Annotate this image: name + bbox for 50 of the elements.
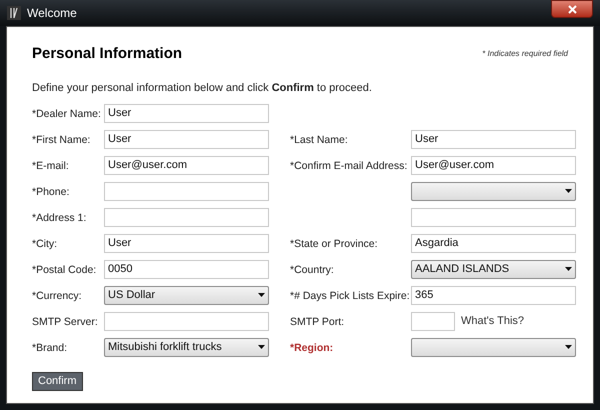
field-label: *E-mail: xyxy=(32,160,69,172)
field-label: SMTP Server: xyxy=(32,316,98,328)
window-title: Welcome xyxy=(27,5,77,22)
dropdown[interactable] xyxy=(411,338,576,356)
caret-icon xyxy=(565,189,572,193)
confirm-button[interactable]: Confirm xyxy=(32,372,83,391)
text-field[interactable]: User xyxy=(104,130,269,148)
field-label: *City: xyxy=(32,238,58,250)
field-label: *Confirm E-mail Address: xyxy=(290,160,408,172)
text-field[interactable]: User@user.com xyxy=(411,156,576,174)
text-field[interactable] xyxy=(411,208,576,226)
field-label: SMTP Port: xyxy=(290,316,344,328)
text-field[interactable]: User@user.com xyxy=(104,156,269,174)
help-link[interactable]: What's This? xyxy=(461,312,524,330)
field-label: *First Name: xyxy=(32,134,90,146)
field-label: *Dealer Name: xyxy=(32,108,101,120)
field-label: *Brand: xyxy=(32,342,68,354)
close-button[interactable] xyxy=(551,0,593,18)
text-field[interactable] xyxy=(104,182,269,200)
text-field[interactable]: Asgardia xyxy=(411,234,576,252)
caret-icon xyxy=(565,267,572,271)
caret-icon xyxy=(258,293,265,297)
text-field[interactable] xyxy=(104,208,269,226)
caret-icon xyxy=(565,345,572,349)
required-note: * Indicates required field xyxy=(482,48,568,60)
text-field[interactable]: User xyxy=(104,234,269,252)
intro-text: Define your personal information below and click Confirm to proceed. xyxy=(32,80,373,96)
field-label: *# Days Pick Lists Expire: xyxy=(290,290,410,302)
field-label: *Address 1: xyxy=(32,212,86,224)
field-label: *Postal Code: xyxy=(32,264,96,276)
heading: Personal Information xyxy=(32,44,182,64)
field-label: *Currency: xyxy=(32,290,82,302)
field-label: *Phone: xyxy=(32,186,70,198)
caret-icon xyxy=(258,345,265,349)
close-icon xyxy=(568,4,576,14)
text-field[interactable] xyxy=(104,312,269,330)
dropdown[interactable]: AALAND ISLANDS xyxy=(411,260,576,278)
dropdown[interactable]: US Dollar xyxy=(104,286,269,304)
field-label: *Country: xyxy=(290,264,334,276)
text-field[interactable]: User xyxy=(104,104,269,122)
text-field[interactable]: 0050 xyxy=(104,260,269,278)
field-label: *Last Name: xyxy=(290,134,348,146)
dropdown[interactable] xyxy=(411,182,576,200)
app-icon xyxy=(7,6,21,20)
dropdown[interactable]: Mitsubishi forklift trucks xyxy=(104,338,269,356)
text-field[interactable] xyxy=(411,312,455,330)
field-label: *Region: xyxy=(290,342,334,354)
text-field[interactable]: 365 xyxy=(411,286,576,304)
text-field[interactable]: User xyxy=(411,130,576,148)
field-label: *State or Province: xyxy=(290,238,378,250)
